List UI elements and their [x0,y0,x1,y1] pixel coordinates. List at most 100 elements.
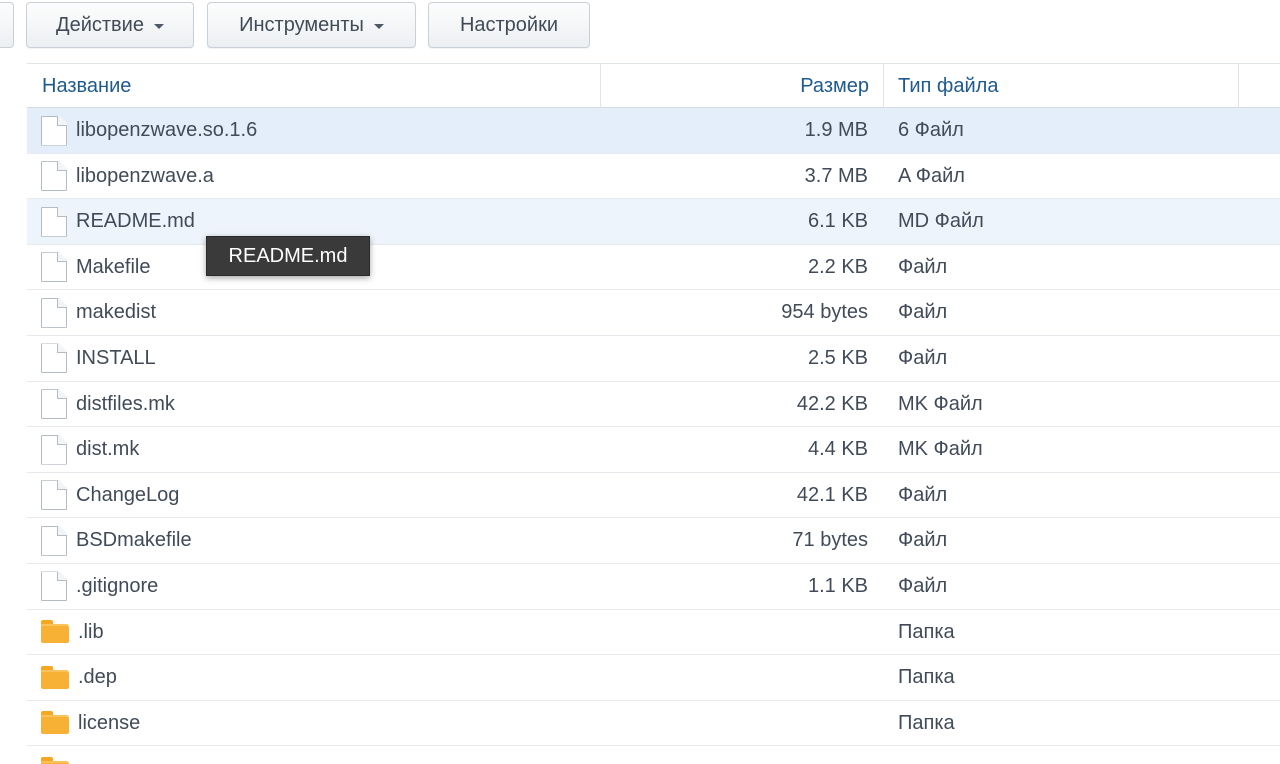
table-row[interactable]: .dep Папка [27,655,1280,701]
size-cell: 42.2 KB [796,392,868,415]
action-menu-button[interactable]: Действие [26,2,194,48]
column-header-name[interactable]: Название [42,64,131,108]
action-menu-label: Действие [56,13,144,36]
size-cell: 6.1 KB [807,210,868,233]
type-cell: Файл [898,255,948,278]
table-row[interactable]: .gitignore 1.1 KB Файл [27,564,1280,610]
table-row[interactable]: ChangeLog 42.1 KB Файл [27,473,1280,519]
type-cell: Файл [898,301,948,324]
file-icon [41,252,67,283]
tools-menu-button[interactable]: Инструменты [207,2,416,48]
table-row[interactable]: makedist 954 bytes Файл [27,290,1280,336]
column-header-size[interactable]: Размер [602,64,869,108]
settings-button-label: Настройки [459,13,559,36]
file-name: README.md [76,210,195,233]
type-cell: Файл [898,574,948,597]
type-cell: MD Файл [898,210,984,233]
name-cell [41,746,78,764]
file-icon [41,161,67,192]
folder-name: .dep [78,666,117,689]
name-cell: Makefile [41,245,150,290]
file-grid: Название Размер Тип файла libopenzwave.s… [27,63,1280,764]
name-cell: distfiles.mk [41,382,175,427]
back-button[interactable] [0,2,14,48]
table-row[interactable]: dist.mk 4.4 KB MK Файл [27,427,1280,473]
file-browser: Действие Инструменты Настройки Название … [0,0,1280,764]
table-row[interactable] [27,746,1280,764]
table-row[interactable]: INSTALL 2.5 KB Файл [27,336,1280,382]
toolbar: Действие Инструменты Настройки [0,0,1280,58]
size-cell: 1.1 KB [807,574,868,597]
file-icon [41,525,67,556]
size-cell: 3.7 MB [804,164,868,187]
folder-icon [41,665,69,690]
file-name: .gitignore [76,574,159,597]
table-row[interactable]: license Папка [27,701,1280,747]
name-cell: dist.mk [41,427,139,472]
name-cell: BSDmakefile [41,518,192,563]
file-name: makedist [76,301,157,324]
table-row[interactable]: BSDmakefile 71 bytes Файл [27,518,1280,564]
column-divider[interactable] [1238,64,1239,108]
file-icon [41,297,67,328]
file-name: distfiles.mk [76,392,175,415]
folder-icon [41,620,69,644]
name-cell: INSTALL [41,336,156,381]
type-cell: A Файл [898,164,965,187]
file-name: ChangeLog [76,483,180,506]
size-cell: 1.9 MB [804,119,868,141]
file-name: BSDmakefile [76,529,192,552]
column-divider[interactable] [883,64,884,108]
table-row[interactable]: libopenzwave.so.1.6 1.9 MB 6 Файл [27,108,1280,154]
column-header-size-label: Размер [800,74,869,97]
size-cell: 42.1 KB [796,483,868,506]
file-name: libopenzwave.a [76,164,214,187]
name-cell: ChangeLog [41,473,179,518]
file-icon [41,571,67,602]
folder-name: license [78,711,141,734]
type-cell: Файл [898,529,948,552]
settings-button[interactable]: Настройки [428,2,590,48]
file-icon [41,206,67,237]
size-cell: 2.5 KB [807,346,868,369]
file-list: libopenzwave.so.1.6 1.9 MB 6 Файл libope… [27,108,1280,764]
column-header-type[interactable]: Тип файла [898,64,998,108]
name-cell: .dep [41,655,117,700]
size-cell: 2.2 KB [807,255,868,278]
size-cell: 954 bytes [781,301,868,324]
name-cell: .gitignore [41,564,158,609]
file-icon [41,389,67,420]
file-icon [41,480,67,511]
column-header-name-label: Название [42,74,132,97]
type-cell: Папка [898,666,955,689]
name-cell: makedist [41,290,156,335]
chevron-down-icon [153,23,164,29]
tools-menu-label: Инструменты [239,13,364,36]
table-row[interactable]: .lib Папка [27,610,1280,656]
table-row[interactable]: libopenzwave.a 3.7 MB A Файл [27,154,1280,200]
folder-name: .lib [78,620,104,643]
file-name: libopenzwave.so.1.6 [76,119,258,141]
name-cell: .lib [41,610,104,655]
file-icon [41,434,67,465]
table-row[interactable]: distfiles.mk 42.2 KB MK Файл [27,382,1280,428]
file-icon [41,343,67,374]
grid-header: Название Размер Тип файла [27,63,1280,108]
file-name: Makefile [76,255,151,278]
name-cell: libopenzwave.a [41,154,214,199]
file-name: INSTALL [76,346,156,369]
type-cell: 6 Файл [898,119,964,141]
type-cell: MK Файл [898,392,983,415]
folder-icon [41,756,69,764]
column-divider[interactable] [600,64,601,108]
folder-icon [41,711,69,735]
type-cell: MK Файл [898,438,983,461]
type-cell: Файл [898,483,948,506]
size-cell: 71 bytes [792,529,868,552]
column-header-type-label: Тип файла [898,74,999,97]
name-cell: libopenzwave.so.1.6 [41,108,257,153]
type-cell: Папка [898,620,955,643]
filename-tooltip: README.md [206,236,370,276]
file-icon [41,115,67,146]
name-cell: README.md [41,199,195,244]
